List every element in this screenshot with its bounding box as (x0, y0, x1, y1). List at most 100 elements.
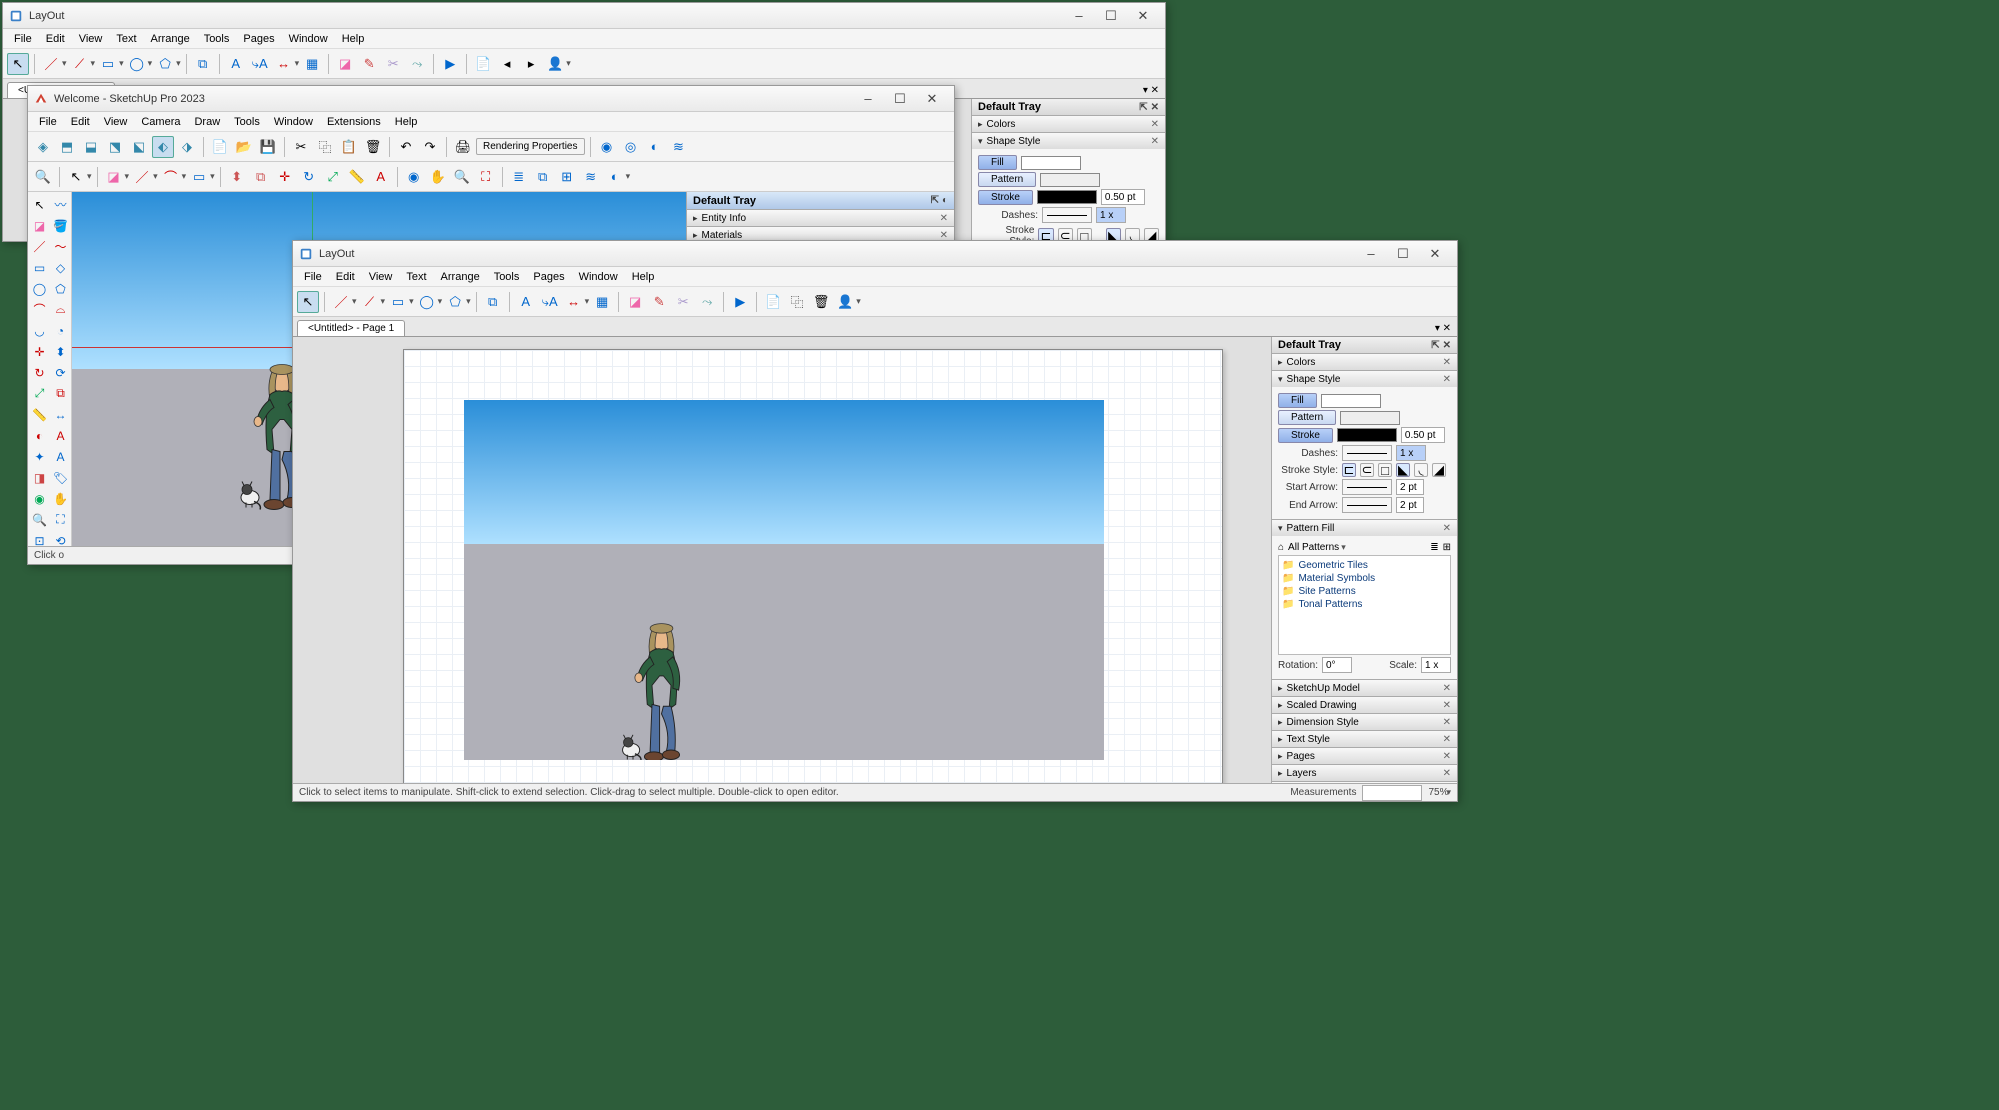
tray-header[interactable]: Default Tray ⇱✕ (1272, 337, 1457, 354)
menu-window[interactable]: Window (282, 31, 335, 47)
tray-close-icon[interactable]: ✕ (1443, 340, 1451, 351)
zoomext-icon[interactable]: ⛶ (475, 166, 497, 188)
freehand-tool[interactable]: 〜 (51, 237, 70, 256)
shape-style-panel-header[interactable]: Shape Style✕ (1272, 371, 1457, 387)
rect-tool-icon[interactable]: ▭ (387, 291, 409, 313)
stroke-swatch[interactable] (1037, 190, 1097, 204)
maximize-button[interactable]: ☐ (1095, 3, 1127, 28)
menu-help[interactable]: Help (335, 31, 372, 47)
line-icon[interactable]: ／ (131, 166, 153, 188)
zoomext-tool[interactable]: ⊡ (30, 531, 49, 546)
tape-icon[interactable]: 📏 (346, 166, 368, 188)
poly-tool-icon[interactable]: ⬠ (444, 291, 466, 313)
dashes-select[interactable] (1042, 207, 1092, 223)
all-patterns-dropdown[interactable]: All Patterns (1288, 542, 1339, 553)
list-view-icon[interactable]: ≣ (1430, 542, 1438, 553)
tray-close-icon[interactable]: ✕ (1151, 102, 1159, 113)
open-icon[interactable]: 📂 (233, 136, 255, 158)
offset-icon[interactable]: ⧉ (250, 166, 272, 188)
titlebar[interactable]: LayOut – ☐ ✕ (293, 241, 1457, 267)
line-tool-icon[interactable]: ／ (40, 53, 62, 75)
tab-menu[interactable]: ▾ ✕ (1141, 83, 1161, 98)
join-round-icon[interactable]: ◟ (1414, 463, 1428, 477)
layers-1-icon[interactable]: ≣ (508, 166, 530, 188)
pattern-button[interactable]: Pattern (978, 172, 1036, 187)
menu-view[interactable]: View (97, 114, 135, 130)
erase-tool-icon[interactable]: ◪ (624, 291, 646, 313)
persp-view-icon[interactable]: ⬗ (176, 136, 198, 158)
top-view-icon[interactable]: ⬒ (56, 136, 78, 158)
left-view-icon[interactable]: ⬖ (152, 136, 174, 158)
rotation-input[interactable] (1322, 657, 1352, 673)
cap-flat-icon[interactable]: ⊏ (1342, 463, 1356, 477)
line-tool-icon[interactable]: ／ (330, 291, 352, 313)
table-tool-icon[interactable]: ▦ (591, 291, 613, 313)
pan-icon[interactable]: ✋ (427, 166, 449, 188)
arc-tool[interactable]: ⌒ (30, 300, 49, 319)
extra-icon[interactable]: ◐ (604, 166, 626, 188)
pattern-swatch[interactable] (1040, 173, 1100, 187)
pattern-folder-list[interactable]: Geometric Tiles Material Symbols Site Pa… (1278, 555, 1451, 655)
select-tool-icon[interactable]: ↖ (297, 291, 319, 313)
pattern-fill-panel-header[interactable]: Pattern Fill✕ (1272, 520, 1457, 536)
pattern-folder[interactable]: Geometric Tiles (1282, 559, 1447, 572)
rotate-tool[interactable]: ↻ (30, 363, 49, 382)
select-tool[interactable]: ↖ (30, 195, 49, 214)
label-tool-icon[interactable]: ⤷A (249, 53, 271, 75)
pattern-home-icon[interactable]: ⌂ (1278, 542, 1284, 553)
person-icon[interactable]: 👤 (834, 291, 856, 313)
zoom2-icon[interactable]: 🔍 (451, 166, 473, 188)
back-view-icon[interactable]: ⬕ (128, 136, 150, 158)
menu-file[interactable]: File (32, 114, 64, 130)
tray-header[interactable]: Default Tray ⇱✕ (972, 99, 1165, 116)
measurements-input[interactable] (1362, 785, 1422, 801)
join-miter-icon[interactable]: ◣ (1396, 463, 1410, 477)
scale-input[interactable] (1421, 657, 1451, 673)
text-tool[interactable]: A (51, 426, 70, 445)
circle-tool-icon[interactable]: ◯ (416, 291, 438, 313)
panel-close-icon[interactable]: ✕ (1151, 119, 1159, 130)
followme-tool[interactable]: ⟳ (51, 363, 70, 382)
pattern-swatch[interactable] (1340, 411, 1400, 425)
end-arrow-size[interactable] (1396, 497, 1424, 513)
menu-view[interactable]: View (362, 269, 400, 285)
stroke-button[interactable]: Stroke (1278, 428, 1333, 443)
render-4-icon[interactable]: ≋ (668, 136, 690, 158)
menu-arrange[interactable]: Arrange (144, 31, 197, 47)
colors-panel-header[interactable]: Colors✕ (1272, 354, 1457, 370)
menu-pages[interactable]: Pages (526, 269, 571, 285)
join-tool-icon[interactable]: ⤳ (696, 291, 718, 313)
end-arrow-select[interactable] (1342, 497, 1392, 513)
next-page-icon[interactable]: ▸ (520, 53, 542, 75)
rotate-icon[interactable]: ↻ (298, 166, 320, 188)
cap-square-icon[interactable]: □ (1378, 463, 1392, 477)
minimize-button[interactable]: – (1063, 3, 1095, 28)
tape-tool[interactable]: 📏 (30, 405, 49, 424)
panel-close-icon[interactable]: ✕ (1151, 136, 1159, 147)
close-button[interactable]: ✕ (916, 86, 948, 111)
style-tool-icon[interactable]: ✎ (358, 53, 380, 75)
axes-tool[interactable]: ✦ (30, 447, 49, 466)
arc-tool-icon[interactable]: ⟋ (69, 53, 91, 75)
scaled-drawing-panel-header[interactable]: Scaled Drawing✕ (1272, 697, 1457, 713)
rect-dropdown[interactable]: ▾ (119, 58, 124, 69)
minimize-button[interactable]: – (1355, 241, 1387, 266)
eraser-icon[interactable]: ◪ (103, 166, 125, 188)
dashes-select[interactable] (1342, 445, 1392, 461)
canvas-area[interactable] (293, 337, 1271, 783)
text-tool-icon[interactable]: A (515, 291, 537, 313)
text-style-panel-header[interactable]: Text Style✕ (1272, 731, 1457, 747)
fill-button[interactable]: Fill (978, 155, 1017, 170)
pages-panel-header[interactable]: Pages✕ (1272, 748, 1457, 764)
table-tool-icon[interactable]: ▦ (301, 53, 323, 75)
menu-camera[interactable]: Camera (134, 114, 187, 130)
pie-tool[interactable]: ◔ (51, 321, 70, 340)
offset-tool[interactable]: ⧉ (51, 384, 70, 403)
undo-icon[interactable]: ↶ (395, 136, 417, 158)
poly-dropdown[interactable]: ▾ (176, 58, 181, 69)
tray-pin-icon[interactable]: ⇱ (1139, 102, 1147, 113)
pan-tool[interactable]: ✋ (51, 489, 70, 508)
menu-edit[interactable]: Edit (329, 269, 362, 285)
menu-extensions[interactable]: Extensions (320, 114, 388, 130)
stroke-width-input[interactable] (1101, 189, 1145, 205)
